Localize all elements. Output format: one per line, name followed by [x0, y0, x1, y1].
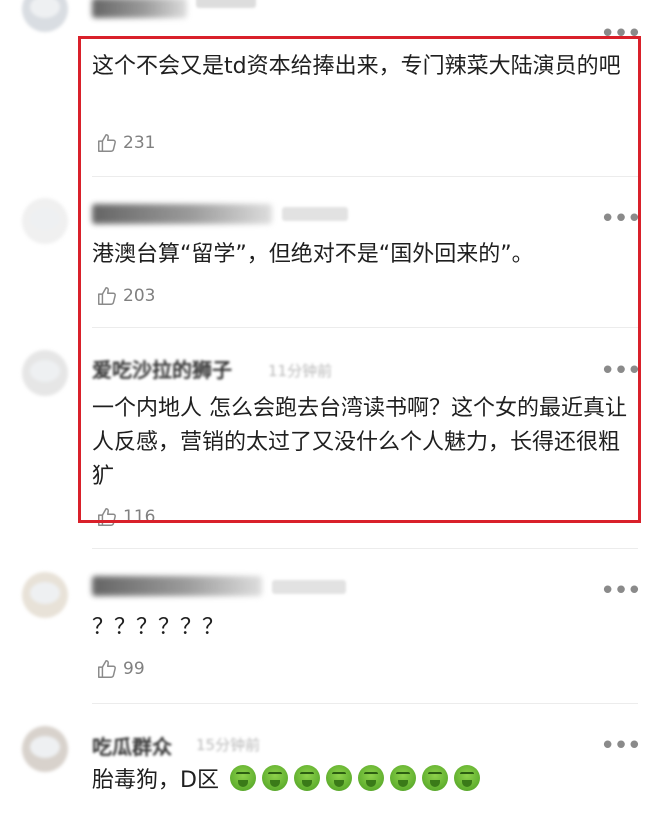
timestamp-blurred: [196, 0, 256, 8]
avatar[interactable]: [22, 572, 68, 618]
comment-text-content: 胎毒狗，D区: [92, 768, 219, 793]
avatar[interactable]: [22, 0, 68, 32]
timestamp: 15分钟前: [196, 736, 261, 754]
comment-text: ？？？？？？: [92, 615, 225, 640]
avatar[interactable]: [22, 726, 68, 772]
more-options-icon[interactable]: •••: [600, 578, 642, 605]
username[interactable]: 吃瓜群众: [92, 731, 172, 760]
nauseated-face-emoji: [229, 765, 256, 791]
like-button[interactable]: 99: [96, 657, 145, 681]
nauseated-face-emoji: [325, 765, 352, 791]
avatar[interactable]: [22, 198, 68, 244]
username-blurred[interactable]: [92, 576, 262, 596]
username-blurred[interactable]: [92, 0, 187, 18]
comment-text: 胎毒狗，D区: [92, 764, 632, 798]
emoji-row: [229, 765, 486, 793]
avatar[interactable]: [22, 350, 68, 396]
timestamp-blurred: [272, 580, 346, 594]
like-count: 99: [123, 659, 145, 679]
divider: [92, 548, 638, 549]
thumbs-up-icon: [98, 660, 116, 678]
nauseated-face-emoji: [421, 765, 448, 791]
nauseated-face-emoji: [261, 765, 288, 791]
nauseated-face-emoji: [357, 765, 384, 791]
highlight-box: [78, 36, 641, 523]
more-options-icon[interactable]: •••: [600, 733, 642, 760]
divider: [92, 703, 638, 704]
nauseated-face-emoji: [453, 765, 480, 791]
nauseated-face-emoji: [293, 765, 320, 791]
nauseated-face-emoji: [389, 765, 416, 791]
